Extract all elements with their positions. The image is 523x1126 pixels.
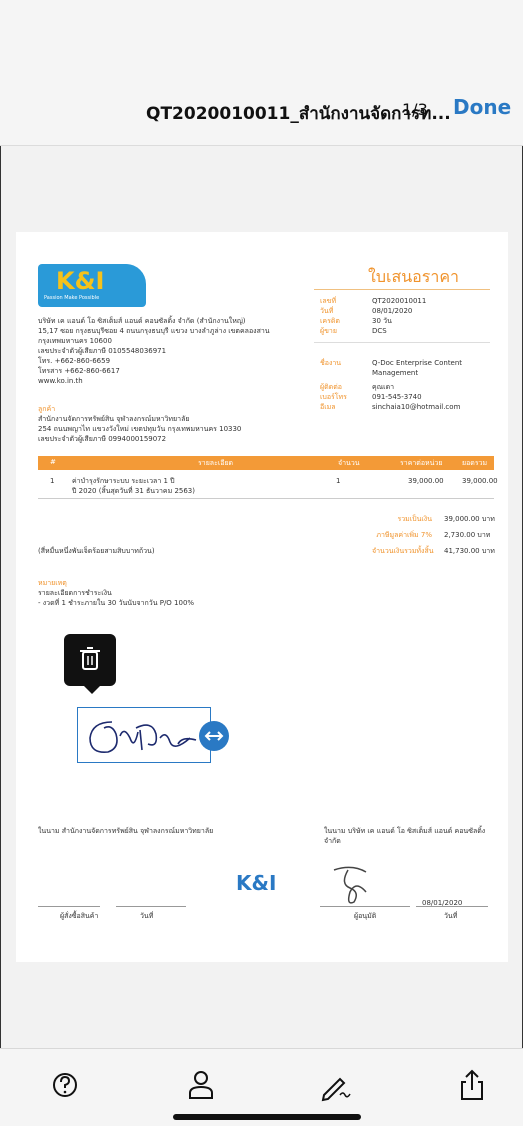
row-total: 39,000.00 [462,477,498,485]
signature-line [116,906,186,907]
divider [0,145,523,146]
double-arrow-icon [204,731,224,741]
trash-icon [80,647,100,670]
info-values: QT2020010011 08/01/2020 30 วัน DCS [372,297,427,335]
help-button[interactable] [47,1067,83,1103]
company-address: บริษัท เค แอนด์ โอ ซิสเต็มส์ แอนด์ คอนซั… [38,317,270,385]
done-button[interactable]: Done [453,95,511,119]
signature-label: ผู้สั่งซื้อสินค้า [60,912,99,920]
project-label: ชื่องาน [320,359,342,367]
signature-label: วันที่ [444,912,458,920]
delete-signature-button[interactable] [64,634,116,694]
profile-button[interactable] [183,1067,219,1103]
row-unit-price: 39,000.00 [408,477,444,485]
info-divider [314,342,490,343]
row-number: 1 [50,477,55,485]
share-icon [461,1069,483,1100]
signature-label: ผู้อนุมัติ [354,912,377,920]
home-indicator [173,1114,361,1120]
sign-right-title: ในนาม บริษัท เค แอนด์ โอ ซิสเต็มส์ แอนด์… [324,827,486,845]
table-bottom-line [38,498,494,499]
remarks-text: รายละเอียดการชำระเงิน - งวดที่ 1 ชำระภายใ… [38,589,195,607]
placed-signature[interactable] [77,707,211,763]
customer-label: ลูกค้า [38,405,56,413]
signature-label: วันที่ [140,912,154,920]
row-quantity: 1 [336,477,341,485]
navigation-bar: QT2020010011_สำนักงานจัดการท... 1/3 Done [0,0,523,145]
signature-line [38,906,100,907]
signature-line [320,906,410,907]
contact-values: คุณเดา 091-545-3740 sinchaia10@hotmail.com [372,383,461,411]
approver-signature [326,862,380,908]
share-button[interactable] [454,1067,490,1103]
signature-line [416,906,488,907]
table-header: # รายละเอียด จำนวน ราคาต่อหน่วย ยอดรวม [38,456,494,470]
info-labels: เลขที่ วันที่ เครดิต ผู้ขาย [320,297,340,335]
help-icon [53,1073,77,1097]
totals-values: 39,000.00 บาท 2,730.00 บาท 41,730.00 บาท [444,515,495,555]
signature-drawing [89,721,197,754]
contact-labels: ผู้ติดต่อ เบอร์โทร อีเมล [320,383,347,411]
project-value: Q-Doc Enterprise Content Management [372,359,463,377]
company-logo: K&I Passion Make Possible [38,264,146,307]
document-page: K&I Passion Make Possible ใบเสนอราคา บริ… [16,232,508,962]
customer-address: สำนักงานจัดการทรัพย์สิน จุฬาลงกรณ์มหาวิท… [38,415,242,443]
remarks-label: หมายเหตุ [38,579,67,587]
title-underline [314,289,490,290]
resize-handle[interactable] [199,721,229,751]
person-icon [189,1071,213,1099]
signature-button[interactable] [318,1067,354,1103]
svg-text:K&I: K&I [236,871,276,894]
signature-icon [321,1077,351,1102]
quotation-title: ใบเสนอราคา [368,267,460,286]
totals-labels: รวมเป็นเงิน ภาษีมูลค่าเพิ่ม 7% จำนวนเงินรว… [372,515,434,555]
amount-in-words: (สี่หมื่นหนึ่งพันเจ็ดร้อยสามสิบบาทถ้วน) [38,547,155,555]
page-indicator: 1/3 [402,100,428,119]
row-description: ค่าบำรุงรักษาระบบ ระยะเวลา 1 ปี ปี 2020 (… [72,477,195,495]
sign-left-title: ในนาม สำนักงานจัดการทรัพย์สิน จุฬาลงกรณ์… [38,827,214,835]
company-stamp-logo: K&I [234,870,300,895]
